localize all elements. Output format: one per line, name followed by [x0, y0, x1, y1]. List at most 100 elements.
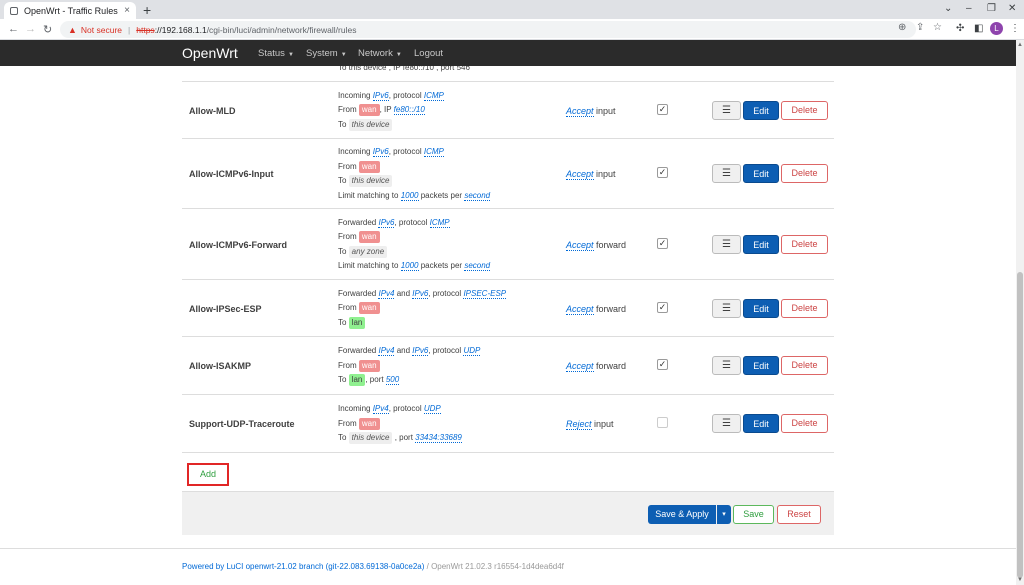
address-bar: ← → ↻ ▲ Not secure | https ://192.168.1.… — [0, 19, 1024, 40]
delete-button[interactable]: Delete — [781, 356, 828, 375]
close-tab-icon[interactable]: × — [124, 5, 130, 16]
rule-text: To — [338, 375, 349, 385]
rule-text: To — [338, 176, 349, 185]
rule-target: Accept — [566, 105, 594, 117]
chevron-down-icon[interactable]: ⌄ — [944, 3, 952, 14]
enabled-checkbox[interactable]: ✓ — [657, 237, 668, 249]
actions-bar: Save & Apply ▾ Save Reset — [182, 491, 834, 535]
rule-value: 33434:33689 — [415, 433, 462, 444]
add-button[interactable]: Add — [189, 465, 227, 484]
scrollbar-thumb[interactable] — [1017, 272, 1023, 578]
menu-system[interactable]: System ▼ — [306, 48, 347, 59]
edit-button[interactable]: Edit — [743, 100, 779, 120]
reload-icon[interactable]: ↻ — [43, 23, 52, 36]
extensions-icon[interactable]: ✣ — [956, 23, 964, 34]
edit-button[interactable]: Edit — [743, 414, 779, 433]
sidepanel-icon[interactable]: ◧ — [974, 23, 983, 34]
zone-badge-wan: wan — [358, 302, 380, 315]
zone-badge-lan: lan — [348, 374, 366, 387]
profile-avatar[interactable]: L — [990, 22, 1003, 35]
rule-description: Forwarded IPv4 and IPv6, protocol UDP Fro… — [338, 344, 481, 388]
url-input[interactable]: ▲ Not secure | https ://192.168.1.1 /cgi… — [60, 21, 916, 38]
scroll-up-icon[interactable]: ▲ — [1017, 42, 1023, 48]
zone-badge-wan: wan — [358, 417, 380, 430]
page-scrollbar[interactable]: ▲ ▼ — [1016, 40, 1024, 585]
minimize-icon[interactable]: – — [966, 3, 972, 14]
delete-button[interactable]: Delete — [781, 414, 828, 433]
menu-status[interactable]: Status ▼ — [258, 48, 294, 59]
rule-text: , protocol — [388, 147, 424, 156]
enabled-checkbox[interactable]: ✓ — [657, 301, 668, 313]
drag-handle-button[interactable]: ☰ — [712, 298, 741, 318]
rule-name: Allow-MLD — [189, 105, 236, 116]
delete-button[interactable]: Delete — [781, 100, 828, 120]
menu-network[interactable]: Network ▼ — [358, 48, 402, 59]
forward-icon[interactable]: → — [25, 23, 36, 35]
rule-description-line: To lan — [338, 316, 506, 331]
warning-icon: ▲ — [68, 24, 77, 35]
rule-value: second — [464, 261, 491, 271]
rule-text: Limit matching to — [338, 261, 401, 270]
drag-handle-button[interactable]: ☰ — [712, 234, 741, 254]
rule-name: Allow-ICMPv6-Forward — [189, 239, 288, 250]
rule-description-line: From wan — [338, 359, 480, 374]
zoom-icon[interactable]: ⊕ — [898, 22, 906, 33]
edit-button[interactable]: Edit — [743, 234, 779, 254]
menu-logout[interactable]: Logout — [414, 48, 443, 59]
rule-text: , protocol — [388, 90, 424, 100]
luci-link[interactable]: Powered by LuCI openwrt-21.02 branch (gi… — [182, 562, 424, 571]
rule-description-line: To lan, port 500 — [338, 373, 480, 388]
drag-handle-button[interactable]: ☰ — [712, 100, 741, 120]
brand-logo[interactable]: OpenWrt — [182, 45, 238, 61]
rule-description-line: From wan — [338, 160, 490, 175]
enabled-checkbox[interactable]: ✓ — [657, 359, 668, 370]
delete-button[interactable]: Delete — [781, 234, 828, 254]
rule-text: Limit matching to — [338, 190, 401, 200]
kebab-menu-icon[interactable]: ⋮ — [1010, 23, 1020, 34]
restore-icon[interactable]: ❐ — [987, 3, 996, 14]
rule-text: To — [338, 317, 349, 327]
not-secure-label[interactable]: Not secure — [81, 25, 122, 35]
new-tab-icon[interactable]: + — [143, 2, 151, 18]
save-apply-dropdown-button[interactable]: ▾ — [717, 505, 731, 524]
enabled-checkbox[interactable]: ✓ — [657, 103, 668, 115]
edit-button[interactable]: Edit — [743, 298, 779, 318]
save-apply-button[interactable]: Save & Apply — [648, 505, 716, 524]
rule-description-line: To this device — [338, 118, 444, 133]
rule-name: Allow-ISAKMP — [189, 361, 251, 371]
browser-tab[interactable]: OpenWrt - Traffic Rules - L × — [4, 2, 136, 19]
rule-value: IPv4 — [378, 288, 395, 299]
enabled-checkbox[interactable] — [657, 417, 668, 428]
zone-badge-wan: wan — [358, 231, 380, 243]
delete-button[interactable]: Delete — [781, 164, 828, 183]
rule-text: , port — [365, 375, 386, 385]
rule-description-line: Forwarded IPv4 and IPv6, protocol UDP — [338, 344, 481, 359]
reset-button[interactable]: Reset — [777, 505, 821, 524]
rule-description-line: Forwarded IPv4 and IPv6, protocol IPSEC-… — [338, 287, 507, 302]
delete-button[interactable]: Delete — [781, 298, 828, 318]
drag-handle-button[interactable]: ☰ — [712, 164, 741, 183]
rule-description-line: From wan — [338, 230, 490, 245]
enabled-checkbox[interactable]: ✓ — [657, 167, 668, 178]
table-row: Allow-IPSec-ESP Forwarded IPv4 and IPv6, … — [182, 280, 834, 337]
bookmark-star-icon[interactable]: ☆ — [933, 22, 942, 33]
share-icon[interactable]: ⇪ — [916, 22, 924, 33]
edit-button[interactable]: Edit — [743, 164, 779, 183]
table-row: Allow-MLD Incoming IPv6, protocol ICMP Fro… — [182, 82, 834, 139]
scroll-down-icon[interactable]: ▼ — [1017, 577, 1023, 583]
edit-button[interactable]: Edit — [743, 356, 779, 375]
version-text: OpenWrt 21.02.3 r16554-1d4dea6d4f — [431, 562, 564, 571]
rule-value: second — [464, 190, 491, 201]
clipped-rule-text: To this device , IP fe80::/10 , port 546 — [338, 66, 470, 72]
caret-down-icon: ▼ — [287, 52, 294, 58]
zone-badge-wan: wan — [358, 104, 380, 117]
close-window-icon[interactable]: ✕ — [1008, 3, 1016, 14]
drag-handle-button[interactable]: ☰ — [712, 356, 741, 375]
add-highlight: Add — [187, 463, 229, 486]
save-button[interactable]: Save — [733, 505, 774, 524]
rule-description-line: To any zone — [338, 245, 490, 260]
drag-handle-button[interactable]: ☰ — [712, 414, 741, 433]
zone-badge-device: this device — [348, 432, 393, 445]
back-icon[interactable]: ← — [8, 23, 19, 35]
rule-text: and — [394, 288, 413, 298]
